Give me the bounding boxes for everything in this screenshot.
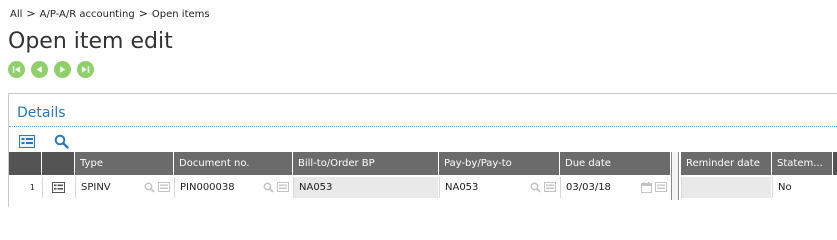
grid-toolbar (17, 132, 71, 150)
header-reminder-date[interactable]: Reminder date (681, 152, 771, 175)
next-record-icon (60, 66, 66, 73)
row-detail-button[interactable] (42, 177, 74, 198)
selection-icon[interactable] (655, 181, 667, 193)
cell-pay-by-pay-to[interactable]: NA053 (439, 177, 559, 198)
cell-statement-value: No (778, 182, 792, 193)
first-record-button[interactable] (8, 61, 25, 78)
row-number: 1 (29, 183, 35, 192)
cell-pay-by-actions (529, 181, 556, 193)
header-filler (833, 152, 837, 175)
details-section: Details Type Document no. Bill-to/Order … (8, 93, 837, 207)
cell-type-actions (143, 181, 170, 193)
breadcrumb-item-ap-ar-accounting[interactable]: A/P-A/R accounting (40, 9, 135, 20)
cell-due-date-value: 03/03/18 (566, 182, 611, 193)
record-navigation (8, 61, 94, 78)
previous-record-button[interactable] (31, 61, 48, 78)
breadcrumb-item-all[interactable]: All (10, 9, 22, 20)
header-rownum (9, 152, 41, 175)
header-document-no[interactable]: Document no. (174, 152, 292, 175)
frozen-column-divider[interactable] (671, 152, 679, 200)
search-button[interactable] (51, 132, 71, 150)
selection-icon[interactable] (158, 181, 170, 193)
cell-type[interactable]: SPINV (75, 177, 173, 198)
breadcrumb-item-open-items: Open items (151, 9, 210, 20)
cell-bill-to-order-bp-value: NA053 (299, 182, 333, 193)
last-record-icon (81, 66, 90, 73)
header-pay-by-pay-to[interactable]: Pay-by/Pay-to (439, 152, 559, 175)
header-due-date[interactable]: Due date (560, 152, 670, 175)
cell-due-date-actions (640, 181, 667, 193)
section-title: Details (17, 105, 66, 121)
header-statement[interactable]: Statem... (772, 152, 832, 175)
breadcrumb-separator: > (26, 7, 36, 20)
detail-view-icon (19, 134, 35, 148)
first-record-icon (12, 66, 21, 73)
header-bill-to-order-bp[interactable]: Bill-to/Order BP (293, 152, 438, 175)
row-detail-icon (52, 182, 65, 193)
next-record-button[interactable] (54, 61, 71, 78)
lookup-search-icon[interactable] (529, 181, 541, 193)
page-title: Open item edit (8, 29, 173, 54)
lookup-search-icon[interactable] (262, 181, 274, 193)
header-select (42, 152, 74, 175)
section-divider (9, 126, 837, 127)
cell-due-date[interactable]: 03/03/18 (560, 177, 670, 198)
last-record-button[interactable] (77, 61, 94, 78)
cell-document-no[interactable]: PIN000038 (174, 177, 292, 198)
breadcrumb: All > A/P-A/R accounting > Open items (10, 7, 210, 20)
selection-icon[interactable] (544, 181, 556, 193)
cell-type-value: SPINV (81, 182, 111, 193)
header-type[interactable]: Type (75, 152, 173, 175)
selection-icon[interactable] (277, 181, 289, 193)
calendar-icon[interactable] (640, 181, 652, 193)
cell-document-no-value: PIN000038 (180, 182, 235, 193)
lookup-search-icon[interactable] (143, 181, 155, 193)
cell-statement[interactable]: No (772, 177, 832, 198)
cell-document-no-actions (262, 181, 289, 193)
detail-view-button[interactable] (17, 132, 37, 150)
cell-pay-by-pay-to-value: NA053 (445, 182, 479, 193)
cell-bill-to-order-bp: NA053 (293, 177, 438, 198)
cell-reminder-date (681, 177, 771, 198)
breadcrumb-separator: > (138, 7, 148, 20)
search-icon (54, 134, 69, 149)
previous-record-icon (36, 66, 42, 73)
